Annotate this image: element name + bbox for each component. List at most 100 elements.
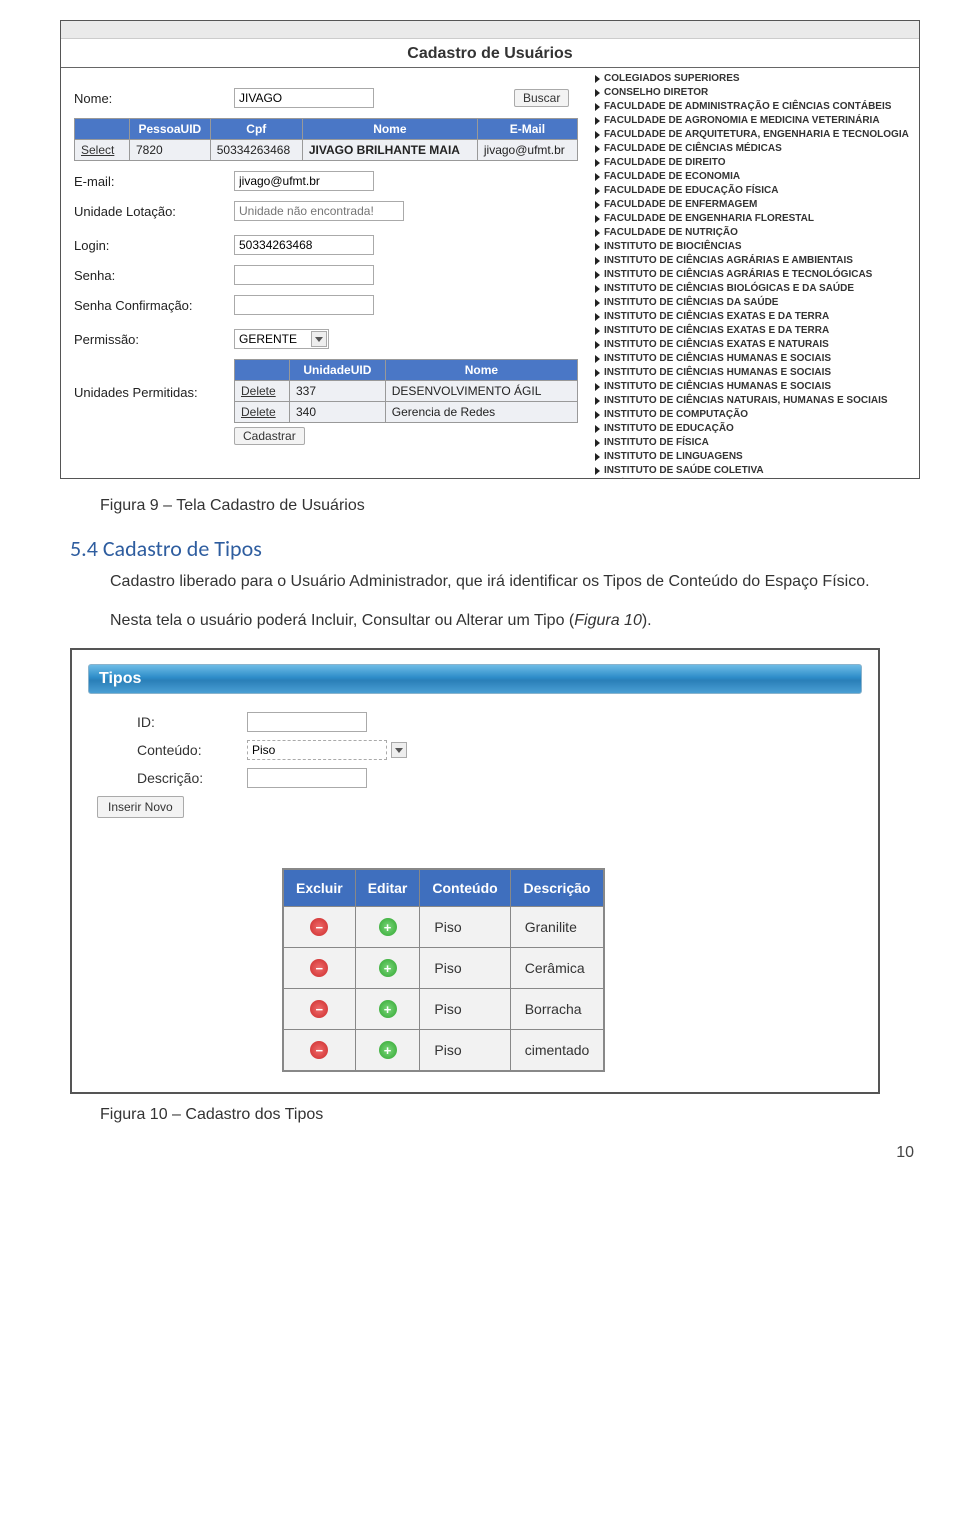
delete-link[interactable]: Delete [235,402,290,423]
chevron-down-icon[interactable] [311,331,327,347]
tree-item-label: FACULDADE DE ENFERMAGEM [604,198,757,212]
delete-link[interactable]: Delete [235,381,290,402]
input-nome[interactable] [234,88,374,108]
cell-uid: 337 [290,381,386,402]
edit-icon[interactable] [379,918,397,936]
buscar-button[interactable]: Buscar [514,89,569,107]
caret-right-icon [595,299,600,307]
col-conteudo: Conteúdo [420,869,510,907]
section-heading: 5.4 Cadastro de Tipos [70,535,920,562]
select-link[interactable]: Select [75,140,130,161]
tree-item[interactable]: INSTITUTO DE FÍSICA [595,436,915,450]
tree-item[interactable]: INSTITUTO DE CIÊNCIAS NATURAIS, HUMANAS … [595,394,915,408]
unit-tree: COLEGIADOS SUPERIORESCONSELHO DIRETORFAC… [595,72,915,478]
col-cpf: Cpf [210,119,302,140]
caret-right-icon [595,145,600,153]
tree-item[interactable]: FACULDADE DE DIREITO [595,156,915,170]
tree-item[interactable]: INSTITUTO DE CIÊNCIAS EXATAS E NATURAIS [595,338,915,352]
window-titlebar [61,21,919,39]
tree-item[interactable]: INSTITUTO DE BIOCIÊNCIAS [595,240,915,254]
chevron-down-icon[interactable] [391,742,407,758]
caret-right-icon [595,439,600,447]
delete-icon[interactable] [310,1000,328,1018]
delete-icon[interactable] [310,918,328,936]
tree-item[interactable]: INSTITUTO DE CIÊNCIAS AGRÁRIAS E AMBIENT… [595,254,915,268]
tree-item[interactable]: INSTITUTO DE CIÊNCIAS HUMANAS E SOCIAIS [595,366,915,380]
select-conteudo[interactable] [247,740,387,760]
cell-nome: JIVAGO BRILHANTE MAIA [302,140,477,161]
tree-item[interactable]: INSTITUTO DE CIÊNCIAS EXATAS E DA TERRA [595,324,915,338]
edit-icon[interactable] [379,1041,397,1059]
cell-conteudo: Piso [420,1030,510,1072]
input-id[interactable] [247,712,367,732]
tree-item-label: FACULDADE DE ENGENHARIA FLORESTAL [604,212,814,226]
tree-item-label: INSTITUTO DE COMPUTAÇÃO [604,408,748,422]
tree-item-label: INSTITUTO DE CIÊNCIAS AGRÁRIAS E AMBIENT… [604,254,853,268]
tree-item[interactable]: INSTITUTO DE EDUCAÇÃO [595,422,915,436]
input-senha[interactable] [234,265,374,285]
cadastrar-button[interactable]: Cadastrar [234,427,305,445]
cell-descricao: cimentado [510,1030,604,1072]
tree-item[interactable]: INSTITUTO DE CIÊNCIAS HUMANAS E SOCIAIS [595,352,915,366]
tipos-grid: Excluir Editar Conteúdo Descrição PisoGr… [282,868,605,1072]
input-descricao[interactable] [247,768,367,788]
caret-right-icon [595,131,600,139]
tree-item[interactable]: COLEGIADOS SUPERIORES [595,72,915,86]
inserir-novo-button[interactable]: Inserir Novo [97,796,184,818]
delete-icon[interactable] [310,1041,328,1059]
caret-right-icon [595,201,600,209]
tree-item[interactable]: CONSELHO DIRETOR [595,86,915,100]
input-email[interactable] [234,171,374,191]
tree-item[interactable]: INSTITUTO DE CIÊNCIAS AGRÁRIAS E TECNOLÓ… [595,268,915,282]
figure-caption-10: Figura 10 – Cadastro dos Tipos [100,1106,920,1124]
tree-item-label: INSTITUTO DE SAÚDE COLETIVA [604,464,764,478]
tree-item[interactable]: FACULDADE DE NUTRIÇÃO [595,226,915,240]
tree-item-label: FACULDADE DE DIREITO [604,156,726,170]
input-unidade-lotacao[interactable] [234,201,404,221]
caret-right-icon [595,229,600,237]
label-conteudo: Conteúdo: [137,742,247,758]
label-senha-conf: Senha Confirmação: [74,298,234,313]
caret-right-icon [595,383,600,391]
tree-item[interactable]: FACULDADE DE AGRONOMIA E MEDICINA VETERI… [595,114,915,128]
caret-right-icon [595,243,600,251]
screenshot-cadastro-usuarios: Cadastro de Usuários Nome: Buscar Pessoa… [60,20,920,479]
tree-item-label: INSTITUTO DE CIÊNCIAS HUMANAS E SOCIAIS [604,352,831,366]
caret-right-icon [595,411,600,419]
tree-item[interactable]: FACULDADE DE ENFERMAGEM [595,198,915,212]
tree-item[interactable]: FACULDADE DE ENGENHARIA FLORESTAL [595,212,915,226]
caret-right-icon [595,467,600,475]
tree-item[interactable]: FACULDADE DE ECONOMIA [595,170,915,184]
edit-icon[interactable] [379,1000,397,1018]
tree-item-label: INSTITUTO DE CIÊNCIAS EXATAS E DA TERRA [604,310,829,324]
caret-right-icon [595,173,600,181]
tree-item[interactable]: INSTITUTO DE LINGUAGENS [595,450,915,464]
caret-right-icon [595,257,600,265]
tree-item[interactable]: INSTITUTO DE CIÊNCIAS BIOLÓGICAS E DA SA… [595,282,915,296]
tree-item-label: FACULDADE DE ECONOMIA [604,170,740,184]
tree-item-label: INSTITUTO DE CIÊNCIAS BIOLÓGICAS E DA SA… [604,282,854,296]
cell-pessoauid: 7820 [130,140,211,161]
tree-item-label: INSTITUTO DE BIOCIÊNCIAS [604,240,742,254]
caret-right-icon [595,425,600,433]
tree-item[interactable]: INSTITUTO DE COMPUTAÇÃO [595,408,915,422]
delete-icon[interactable] [310,959,328,977]
tree-item[interactable]: INSTITUTO DE CIÊNCIAS HUMANAS E SOCIAIS [595,380,915,394]
tree-item[interactable]: FACULDADE DE ADMINISTRAÇÃO E CIÊNCIAS CO… [595,100,915,114]
col-descricao: Descrição [510,869,604,907]
tree-item[interactable]: FACULDADE DE EDUCAÇÃO FÍSICA [595,184,915,198]
tree-item[interactable]: INSTITUTO DE SAÚDE COLETIVA [595,464,915,478]
input-senha-conf[interactable] [234,295,374,315]
tree-item[interactable]: INSTITUTO DE CIÊNCIAS DA SAÚDE [595,296,915,310]
input-login[interactable] [234,235,374,255]
tree-item[interactable]: FACULDADE DE ARQUITETURA, ENGENHARIA E T… [595,128,915,142]
cell-email: jivago@ufmt.br [477,140,577,161]
caret-right-icon [595,103,600,111]
edit-icon[interactable] [379,959,397,977]
label-login: Login: [74,238,234,253]
tree-item[interactable]: INSTITUTO DE CIÊNCIAS EXATAS E DA TERRA [595,310,915,324]
table-row: PisoGranilite [283,907,604,948]
tree-item[interactable]: FACULDADE DE CIÊNCIAS MÉDICAS [595,142,915,156]
table-row: Delete 340 Gerencia de Redes [235,402,578,423]
tree-item-label: INSTITUTO DE EDUCAÇÃO [604,422,734,436]
